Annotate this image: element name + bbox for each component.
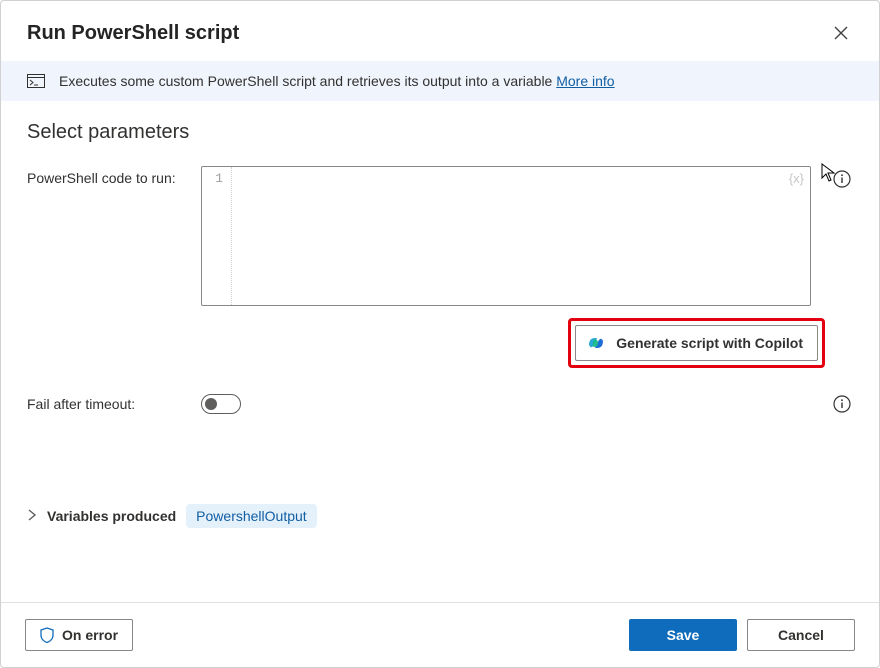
section-heading: Select parameters (27, 121, 853, 144)
dialog-header: Run PowerShell script (1, 1, 879, 61)
timeout-info-icon[interactable] (831, 395, 853, 413)
on-error-button[interactable]: On error (25, 619, 133, 651)
code-field-label: PowerShell code to run: (27, 166, 187, 186)
variables-produced-row: Variables produced PowershellOutput (27, 504, 853, 528)
timeout-field-row: Fail after timeout: (27, 394, 853, 414)
info-bar-text-wrap: Executes some custom PowerShell script a… (59, 73, 615, 89)
code-input[interactable] (232, 167, 810, 305)
code-field-info-icon[interactable] (831, 166, 853, 188)
close-icon (834, 26, 848, 40)
shield-icon (40, 627, 54, 643)
save-button[interactable]: Save (629, 619, 737, 651)
code-field-row: PowerShell code to run: 1 {x} (27, 166, 853, 306)
copilot-button-row: Generate script with Copilot (201, 318, 825, 368)
timeout-field-label: Fail after timeout: (27, 396, 201, 412)
toggle-knob (205, 398, 217, 410)
insert-variable-icon[interactable]: {x} (789, 171, 804, 186)
more-info-link[interactable]: More info (556, 73, 614, 89)
variable-chip-powershelloutput[interactable]: PowershellOutput (186, 504, 317, 528)
info-bar: Executes some custom PowerShell script a… (1, 61, 879, 101)
generate-script-copilot-button[interactable]: Generate script with Copilot (575, 325, 818, 361)
cancel-button[interactable]: Cancel (747, 619, 855, 651)
on-error-label: On error (62, 627, 118, 643)
code-editor-wrap: 1 {x} (201, 166, 811, 306)
powershell-action-icon (27, 74, 45, 88)
info-bar-text: Executes some custom PowerShell script a… (59, 73, 556, 89)
chevron-right-icon[interactable] (27, 508, 37, 524)
copilot-button-label: Generate script with Copilot (616, 335, 803, 351)
run-powershell-dialog: Run PowerShell script Executes some cust… (0, 0, 880, 668)
code-editor[interactable]: 1 {x} (201, 166, 811, 306)
copilot-icon (586, 333, 606, 353)
variables-produced-label: Variables produced (47, 508, 176, 524)
timeout-toggle[interactable] (201, 394, 241, 414)
code-gutter: 1 (202, 167, 232, 305)
dialog-title: Run PowerShell script (27, 22, 239, 45)
dialog-footer: On error Save Cancel (1, 602, 879, 667)
dialog-content: Select parameters PowerShell code to run… (1, 101, 879, 602)
copilot-highlight-box: Generate script with Copilot (568, 318, 825, 368)
close-button[interactable] (827, 19, 855, 47)
